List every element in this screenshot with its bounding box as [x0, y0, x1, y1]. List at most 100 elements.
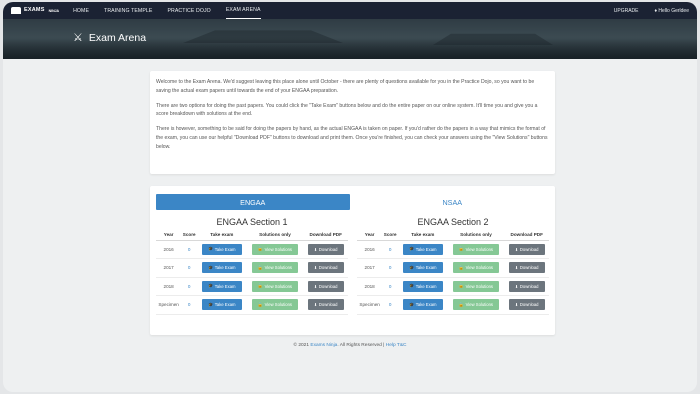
download-icon: ⬇	[514, 283, 519, 289]
lock-icon: 🔒	[458, 246, 465, 252]
exam-tabs: ENGAA NSAA	[156, 194, 549, 210]
nav-item-practice-dojo[interactable]: PRACTICE DOJO	[167, 2, 210, 19]
row-score: 0	[181, 240, 198, 259]
table-row: Specimen 0 🎓 Take Exam 🔒 View Solutions ⬇ Downl…	[357, 295, 549, 315]
papers-table: Year Score Take exam Solutions only Down…	[156, 230, 348, 315]
view-solutions-label: View Solutions	[465, 283, 494, 289]
row-year: 2016	[357, 240, 383, 259]
row-score: 0	[382, 277, 399, 296]
graduation-cap-icon: 🎓	[208, 264, 214, 270]
take-exam-label: Take Exam	[415, 246, 437, 252]
take-exam-button[interactable]: 🎓 Take Exam	[402, 243, 443, 255]
app-frame: EXAMS NINJA HOME TRAINING TEMPLE PRACTIC…	[3, 2, 697, 392]
download-icon: ⬇	[514, 265, 519, 271]
table-row: 2017 0 🎓 Take Exam 🔒 View Solutions ⬇ Download	[156, 258, 348, 278]
section-title: ENGAA Section 2	[417, 217, 489, 227]
table-row: 2016 0 🎓 Take Exam 🔒 View Solutions ⬇ Download	[156, 240, 348, 259]
download-pdf-button[interactable]: ⬇ Download	[307, 262, 344, 274]
section-2-rows: 2016 0 🎓 Take Exam 🔒 View Solutions ⬇ Download 2…	[357, 240, 549, 315]
take-exam-button[interactable]: 🎓 Take Exam	[201, 262, 242, 274]
take-exam-button[interactable]: 🎓 Take Exam	[402, 280, 443, 292]
intro-paragraph-2: There are two options for doing the past…	[156, 102, 538, 118]
download-pdf-button[interactable]: ⬇ Download	[508, 280, 545, 292]
row-score: 0	[382, 240, 399, 259]
take-exam-label: Take Exam	[214, 283, 236, 289]
view-solutions-label: View Solutions	[264, 265, 293, 271]
column-header-take-exam: Take exam	[197, 230, 247, 241]
nav-item-training-temple[interactable]: TRAINING TEMPLE	[104, 2, 152, 19]
brand-logo[interactable]: EXAMS NINJA	[11, 7, 59, 14]
section-1: ENGAA Section 1 Year Score Take exam Sol…	[156, 214, 348, 315]
graduation-cap-icon: 🎓	[208, 301, 214, 307]
take-exam-label: Take Exam	[214, 302, 236, 308]
brand-sub: NINJA	[48, 8, 60, 13]
ninja-logo-icon	[11, 7, 21, 14]
column-header-year: Year	[156, 230, 182, 241]
intro-paragraph-1: Welcome to the Exam Arena. We'd suggest …	[156, 79, 535, 94]
tab-nsaa[interactable]: NSAA	[356, 194, 550, 210]
table-row: 2018 0 🎓 Take Exam 🔒 View Solutions ⬇ Download	[357, 277, 549, 296]
column-header-solutions: Solutions only	[246, 230, 304, 241]
view-solutions-button[interactable]: 🔒 View Solutions	[251, 262, 298, 274]
view-solutions-button[interactable]: 🔒 View Solutions	[251, 280, 298, 292]
take-exam-button[interactable]: 🎓 Take Exam	[402, 262, 443, 274]
download-icon: ⬇	[313, 246, 318, 252]
take-exam-button[interactable]: 🎓 Take Exam	[201, 299, 242, 311]
row-year: Specimen	[156, 295, 182, 315]
view-solutions-button[interactable]: 🔒 View Solutions	[251, 299, 298, 311]
view-solutions-button[interactable]: 🔒 View Solutions	[452, 262, 499, 274]
download-icon: ⬇	[313, 283, 318, 289]
view-solutions-label: View Solutions	[465, 302, 494, 308]
user-menu[interactable]: ♦ Hello Gerldee	[654, 8, 689, 14]
view-solutions-button[interactable]: 🔒 View Solutions	[452, 243, 499, 255]
lock-icon: 🔒	[257, 283, 264, 289]
view-solutions-button[interactable]: 🔒 View Solutions	[251, 243, 298, 255]
download-pdf-button[interactable]: ⬇ Download	[508, 299, 545, 311]
row-score: 0	[382, 258, 399, 278]
view-solutions-button[interactable]: 🔒 View Solutions	[452, 280, 499, 292]
take-exam-button[interactable]: 🎓 Take Exam	[201, 243, 242, 255]
tab-engaa[interactable]: ENGAA	[156, 194, 350, 210]
column-header-solutions: Solutions only	[447, 230, 505, 241]
graduation-cap-icon: 🎓	[409, 301, 415, 307]
nav-item-exam-arena[interactable]: EXAM ARENA	[225, 2, 261, 19]
view-solutions-label: View Solutions	[264, 283, 293, 289]
row-year: 2017	[156, 258, 182, 278]
take-exam-button[interactable]: 🎓 Take Exam	[201, 280, 242, 292]
download-pdf-button[interactable]: ⬇ Download	[508, 262, 545, 274]
download-icon: ⬇	[514, 246, 519, 252]
download-label: Download	[318, 265, 338, 271]
download-pdf-button[interactable]: ⬇ Download	[307, 280, 344, 292]
papers-table: Year Score Take exam Solutions only Down…	[357, 230, 549, 315]
page-footer: © 2021 Exams Ninja. All Rights Reserved …	[3, 343, 697, 348]
download-pdf-button[interactable]: ⬇ Download	[307, 243, 344, 255]
download-pdf-button[interactable]: ⬇ Download	[508, 243, 545, 255]
row-score: 0	[181, 258, 198, 278]
row-year: Specimen	[357, 295, 383, 315]
brand-footer-link[interactable]: Exams Ninja	[310, 343, 337, 348]
view-solutions-label: View Solutions	[465, 246, 494, 252]
help-link[interactable]: Help	[386, 343, 396, 348]
view-solutions-label: View Solutions	[264, 246, 293, 252]
column-header-download: Download PDF	[504, 230, 549, 241]
download-icon: ⬇	[313, 265, 318, 271]
column-header-download: Download PDF	[303, 230, 348, 241]
nav-item-home[interactable]: HOME	[73, 2, 89, 19]
download-label: Download	[318, 283, 338, 289]
copyright-text: © 2021	[293, 343, 310, 348]
view-solutions-label: View Solutions	[264, 302, 293, 308]
lock-icon: 🔒	[257, 246, 264, 252]
terms-link[interactable]: T&C	[397, 343, 407, 348]
take-exam-button[interactable]: 🎓 Take Exam	[402, 299, 443, 311]
table-row: 2017 0 🎓 Take Exam 🔒 View Solutions ⬇ Download	[357, 258, 549, 278]
take-exam-label: Take Exam	[415, 265, 437, 271]
section-1-rows: 2016 0 🎓 Take Exam 🔒 View Solutions ⬇ Download 2…	[156, 240, 348, 315]
download-pdf-button[interactable]: ⬇ Download	[307, 299, 344, 311]
row-year: 2018	[156, 277, 182, 296]
intro-paragraph-3: There is however, something to be said f…	[156, 126, 548, 150]
upgrade-link[interactable]: UPGRADE	[614, 8, 639, 14]
column-header-score: Score	[382, 230, 399, 241]
view-solutions-button[interactable]: 🔒 View Solutions	[452, 299, 499, 311]
download-label: Download	[519, 246, 539, 252]
lock-icon: 🔒	[257, 264, 264, 270]
